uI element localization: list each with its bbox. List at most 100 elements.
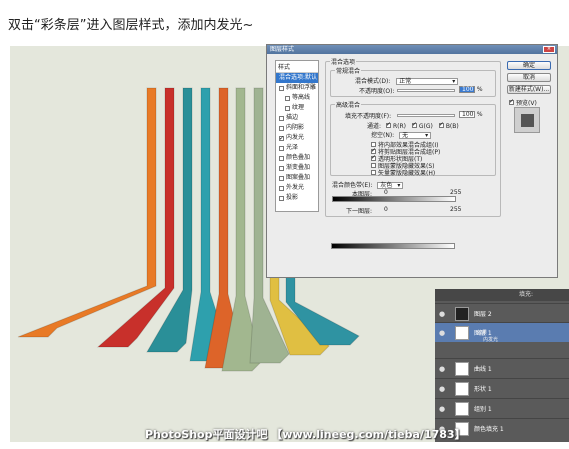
eye-icon[interactable]: ● — [439, 328, 449, 338]
layer-name: 曲线 1 — [474, 366, 492, 373]
style-item[interactable]: 内发光 — [276, 133, 318, 144]
channel-b-label: B(B) — [445, 123, 459, 130]
style-item-checkbox[interactable] — [285, 105, 290, 111]
advanced-option[interactable]: 图层蒙版隐藏效果(S) — [371, 161, 440, 170]
chevron-down-icon: ▾ — [452, 78, 456, 85]
style-item-checkbox[interactable] — [279, 155, 284, 161]
style-item[interactable]: 图案叠加 — [276, 173, 318, 183]
advanced-option[interactable]: 将剪贴图层混合成组(P) — [371, 147, 440, 156]
opacity-label: 不透明度(O): — [359, 88, 395, 95]
caption: 双击“彩条层”进入图层样式，添加内发光~ — [8, 18, 254, 33]
layer-row[interactable]: ● 组别 1 — [435, 398, 569, 418]
knockout-value: 无 — [402, 132, 409, 139]
layer-thumbnail — [455, 325, 469, 340]
style-item-label: 光泽 — [286, 144, 299, 151]
blend-options-title: 混合选项 — [330, 57, 357, 66]
layer-thumbnail — [455, 306, 469, 321]
advanced-option-checkbox[interactable] — [371, 170, 376, 175]
close-icon[interactable]: × — [543, 46, 555, 53]
advanced-option-label: 矢量蒙版隐藏效果(H) — [378, 170, 436, 177]
eye-icon[interactable]: ● — [439, 384, 449, 394]
style-item[interactable]: 颜色叠加 — [276, 153, 318, 163]
style-item-checkbox[interactable] — [279, 165, 284, 171]
styles-list: 样式 混合选项:默认斜面和浮雕等高线纹理描边内阴影内发光光泽颜色叠加渐变叠加图案… — [275, 60, 319, 212]
fill-opacity-unit: % — [476, 111, 483, 118]
eye-icon[interactable]: ● — [439, 404, 449, 414]
advanced-blending-group: 高级混合 填充不透明度(F): 100 % 通道: R(R) G(G) B(B)… — [330, 100, 496, 177]
blend-if-label: 混合颜色带(E): — [332, 182, 373, 189]
style-item-checkbox[interactable] — [279, 125, 284, 131]
this-layer-gradient[interactable] — [332, 196, 456, 202]
underlying-max: 255 — [450, 206, 462, 213]
layer-effect-inner-glow[interactable]: 内发光 — [483, 336, 498, 343]
channel-g-checkbox[interactable] — [411, 121, 417, 128]
blend-if-select[interactable]: 灰色 ▾ — [377, 182, 404, 189]
style-item-checkbox[interactable] — [279, 175, 284, 181]
opacity-slider[interactable] — [397, 89, 455, 92]
layer-thumbnail — [455, 381, 469, 396]
style-item[interactable]: 投影 — [276, 193, 318, 203]
style-item-label: 内发光 — [286, 134, 305, 141]
opacity-input[interactable]: 100 — [459, 86, 475, 93]
channel-r-checkbox[interactable] — [385, 121, 391, 128]
style-item-checkbox[interactable] — [279, 145, 284, 151]
new-style-button[interactable]: 新建样式(W)... — [507, 85, 551, 94]
layer-row[interactable]: ● 曲线 1 — [435, 358, 569, 378]
style-item-checkbox[interactable] — [279, 134, 284, 144]
channel-b-checkbox[interactable] — [438, 121, 444, 128]
this-layer-min: 0 — [384, 189, 388, 196]
style-item[interactable]: 描边 — [276, 113, 318, 123]
style-item[interactable]: 外发光 — [276, 183, 318, 193]
chevron-down-icon: ▾ — [425, 132, 429, 139]
style-item[interactable]: 等高线 — [276, 93, 318, 103]
style-item[interactable]: 内阴影 — [276, 123, 318, 133]
styles-header: 样式 — [276, 61, 318, 73]
style-preview-swatch — [514, 107, 540, 133]
dialog-title: 图层样式 — [270, 46, 295, 53]
style-item-label: 图案叠加 — [286, 174, 311, 181]
layer-row[interactable]: ● 图层 1 — [435, 322, 569, 342]
style-item[interactable]: 斜面和浮雕 — [276, 83, 318, 93]
channel-r-label: R(R) — [392, 123, 406, 130]
layers-panel: 填充: ● 图层 2 ● 图层 1 ● 曲线 1 ● 形状 1 ● 组别 1 ● 颜色填充 1 效果 … — [435, 289, 569, 442]
layer-row[interactable]: ● 图层 2 — [435, 303, 569, 323]
style-item-checkbox[interactable] — [285, 95, 290, 101]
ok-button[interactable]: 确定 — [507, 61, 551, 70]
style-item-checkbox[interactable] — [279, 85, 284, 91]
advanced-option-checkbox[interactable] — [371, 154, 376, 161]
style-item-checkbox[interactable] — [279, 195, 284, 201]
stripe — [17, 87, 157, 338]
style-item[interactable]: 混合选项:默认 — [276, 73, 318, 83]
blend-mode-select[interactable]: 正常 ▾ — [396, 78, 459, 85]
blend-if-value: 灰色 — [380, 182, 393, 189]
channel-g-label: G(G) — [418, 123, 433, 130]
style-item[interactable]: 渐变叠加 — [276, 163, 318, 173]
preview-checkbox[interactable] — [509, 98, 514, 105]
style-item-checkbox[interactable] — [279, 185, 284, 191]
advanced-option-checkbox[interactable] — [371, 163, 376, 168]
fill-opacity-slider[interactable] — [397, 114, 455, 117]
blend-mode-value: 正常 — [399, 78, 412, 85]
style-item[interactable]: 纹理 — [276, 103, 318, 113]
layer-thumbnail — [455, 401, 469, 416]
style-item-checkbox[interactable] — [279, 115, 284, 121]
underlying-gradient[interactable] — [331, 243, 455, 249]
general-blending-group: 常规混合 混合模式(D): 正常 ▾ 不透明度(O): 100 % — [330, 66, 496, 97]
style-item-label: 外发光 — [286, 184, 305, 191]
style-item-label: 描边 — [286, 114, 299, 121]
this-layer-max: 255 — [450, 189, 462, 196]
cancel-button[interactable]: 取消 — [507, 73, 551, 82]
dialog-title-bar: 图层样式 × — [267, 45, 557, 54]
underlying-min: 0 — [384, 206, 388, 213]
layer-style-dialog: 图层样式 × 样式 混合选项:默认斜面和浮雕等高线纹理描边内阴影内发光光泽颜色叠… — [266, 44, 558, 278]
knockout-select[interactable]: 无 ▾ — [399, 132, 432, 139]
layer-row[interactable]: ● 形状 1 — [435, 378, 569, 398]
preview-label: 预览(V) — [516, 100, 537, 107]
advanced-option[interactable]: 将内部效果混合成组(I) — [371, 140, 440, 149]
fill-opacity-input[interactable]: 100 — [459, 111, 475, 118]
eye-icon[interactable]: ● — [439, 364, 449, 374]
eye-icon[interactable]: ● — [439, 309, 449, 319]
style-item[interactable]: 光泽 — [276, 143, 318, 153]
advanced-option[interactable]: 矢量蒙版隐藏效果(H) — [371, 168, 440, 177]
layer-effects-label: 效果 — [477, 330, 488, 336]
